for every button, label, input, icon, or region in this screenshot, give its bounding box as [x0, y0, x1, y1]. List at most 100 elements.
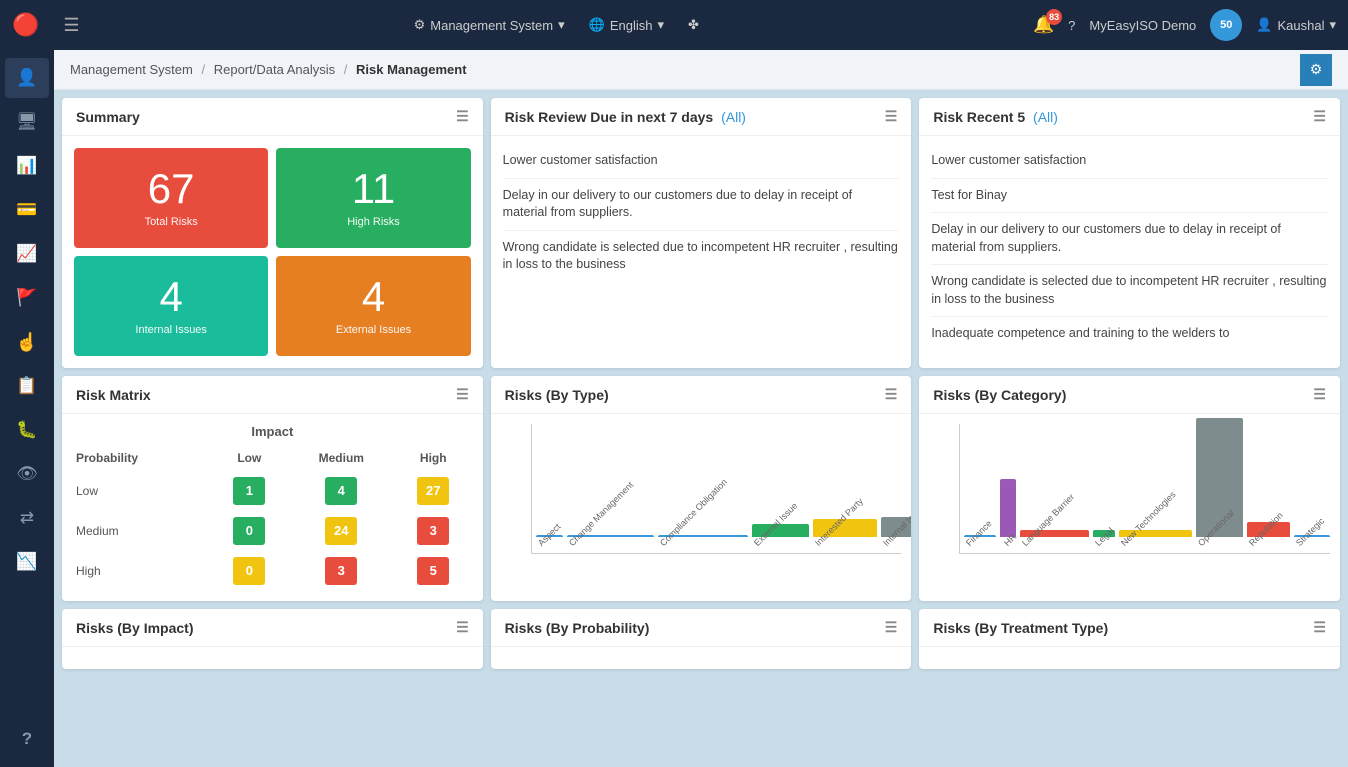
account-avatar[interactable]: 50 — [1210, 9, 1242, 41]
low-impact-header: Low — [210, 445, 289, 471]
bar-change-mgmt: Change Management — [567, 535, 654, 551]
risk-review-card: Risk Review Due in next 7 days (All) ☰ L… — [491, 98, 912, 368]
table-row: Medium 0 24 3 — [72, 511, 473, 551]
sidebar-item-pointer[interactable]: ☝ — [5, 322, 49, 362]
account-name[interactable]: MyEasyISO Demo — [1089, 18, 1196, 33]
list-item[interactable]: Wrong candidate is selected due to incom… — [503, 231, 900, 282]
reports-icon: 📈 — [16, 244, 37, 264]
matrix-cell-high-medium[interactable]: 3 — [289, 551, 394, 591]
language-menu[interactable]: 🌐 English ▾ — [589, 17, 664, 33]
sidebar-item-view[interactable]: 👁 — [5, 454, 49, 494]
matrix-cell-medium-high[interactable]: 3 — [394, 511, 473, 551]
risk-matrix-title: Risk Matrix — [76, 387, 151, 403]
sidebar-item-analytics[interactable]: 📊 — [5, 146, 49, 186]
sidebar-item-transfer[interactable]: ⇄ — [5, 498, 49, 538]
globe-icon: 🌐 — [589, 17, 605, 33]
list-item[interactable]: Test for Binay — [931, 179, 1328, 214]
sidebar-item-reports[interactable]: 📈 — [5, 234, 49, 274]
nav-center: ⚙ Management System ▾ 🌐 English ▾ ✤ — [96, 17, 1017, 33]
bar-interested: Interested Party — [813, 519, 877, 551]
list-item[interactable]: Delay in our delivery to our customers d… — [931, 213, 1328, 265]
settings-button[interactable]: ⚙ — [1300, 54, 1332, 86]
bar-lang-label: Language Barrier — [1020, 492, 1076, 548]
risks-by-probability-menu-icon[interactable]: ☰ — [885, 619, 898, 636]
table-row: Low 1 4 27 — [72, 471, 473, 511]
matrix-cell-high-high[interactable]: 5 — [394, 551, 473, 591]
bar-compliance-label: Compliance Obligation — [658, 477, 729, 548]
summary-title: Summary — [76, 109, 140, 125]
risks-by-impact-menu-icon[interactable]: ☰ — [456, 619, 469, 636]
risks-by-probability-header: Risks (By Probability) ☰ — [491, 609, 912, 647]
risk-matrix-card: Risk Matrix ☰ Impact Probability Low Med… — [62, 376, 483, 601]
sidebar-item-docs[interactable]: 📋 — [5, 366, 49, 406]
breadcrumb-sep1: / — [201, 62, 205, 77]
risks-by-treatment-card: Risks (By Treatment Type) ☰ — [919, 609, 1340, 669]
risks-by-impact-card: Risks (By Impact) ☰ — [62, 609, 483, 669]
risks-by-type-chart: 50 40 30 20 10 0 Aspect — [491, 414, 912, 564]
management-system-menu[interactable]: ⚙ Management System ▾ — [414, 17, 565, 33]
sidebar-item-trend[interactable]: 📉 — [5, 542, 49, 582]
hamburger-icon[interactable]: ☰ — [63, 15, 79, 36]
risks-by-probability-title: Risks (By Probability) — [505, 620, 650, 636]
sidebar-item-help[interactable]: ? — [5, 719, 49, 759]
sidebar-item-issues[interactable]: 🐛 — [5, 410, 49, 450]
risk-matrix-menu-icon[interactable]: ☰ — [456, 386, 469, 403]
matrix-cell-low-medium[interactable]: 4 — [289, 471, 394, 511]
list-item[interactable]: Delay in our delivery to our customers d… — [503, 179, 900, 231]
high-risks-tile[interactable]: 11 High Risks — [276, 148, 470, 248]
bug-icon: 🐛 — [16, 420, 37, 440]
sidebar-item-profile[interactable]: 👤 — [5, 58, 49, 98]
sidebar-item-cards[interactable]: 💳 — [5, 190, 49, 230]
help-button[interactable]: ? — [1068, 18, 1075, 33]
risk-review-badge: (All) — [721, 109, 746, 125]
list-item[interactable]: Wrong candidate is selected due to incom… — [931, 265, 1328, 317]
risks-by-category-menu-icon[interactable]: ☰ — [1313, 386, 1326, 403]
internal-issues-tile[interactable]: 4 Internal Issues — [74, 256, 268, 356]
flag-icon: 🚩 — [16, 288, 37, 308]
breadcrumb-report[interactable]: Report/Data Analysis — [214, 62, 335, 77]
risks-by-treatment-menu-icon[interactable]: ☰ — [1313, 619, 1326, 636]
external-issues-label: External Issues — [336, 324, 411, 336]
bar-external-issue: External Issue — [752, 524, 809, 551]
user-menu[interactable]: 👤 Kaushal ▾ — [1256, 17, 1336, 33]
breadcrumb-sep2: / — [344, 62, 348, 77]
bar-new-tech-label: New Technologies — [1119, 489, 1178, 548]
matrix-cell-low-high[interactable]: 27 — [394, 471, 473, 511]
matrix-cell-medium-medium[interactable]: 24 — [289, 511, 394, 551]
matrix-cell-high-low[interactable]: 0 — [210, 551, 289, 591]
list-item[interactable]: Lower customer satisfaction — [931, 144, 1328, 179]
summary-body: 67 Total Risks 11 High Risks 4 Internal … — [62, 136, 483, 368]
risk-matrix-header: Risk Matrix ☰ — [62, 376, 483, 414]
matrix-cell-medium-low[interactable]: 0 — [210, 511, 289, 551]
bar-finance-label: Finance — [964, 518, 994, 548]
sidebar-item-dashboard[interactable]: 🖥 — [5, 102, 49, 142]
risk-recent-title: Risk Recent 5 (All) — [933, 109, 1058, 125]
bottom-row: Risks (By Impact) ☰ Risks (By Probabilit… — [62, 609, 1340, 669]
total-risks-tile[interactable]: 67 Total Risks — [74, 148, 268, 248]
risks-by-type-menu-icon[interactable]: ☰ — [885, 386, 898, 403]
question-icon: ? — [22, 729, 32, 749]
risk-recent-menu-icon[interactable]: ☰ — [1313, 108, 1326, 125]
risks-by-impact-header: Risks (By Impact) ☰ — [62, 609, 483, 647]
risk-review-menu-icon[interactable]: ☰ — [885, 108, 898, 125]
dropdown-arrow-icon: ▾ — [558, 17, 565, 33]
app-logo: 🔴 — [12, 12, 39, 38]
matrix-cell-low-low[interactable]: 1 — [210, 471, 289, 511]
user-dropdown-icon: ▾ — [1329, 17, 1336, 33]
bar-operational: Operational — [1196, 418, 1243, 551]
breadcrumb-text: Management System / Report/Data Analysis… — [70, 62, 467, 77]
bar-new-tech: New Technologies — [1119, 530, 1192, 551]
list-item[interactable]: Lower customer satisfaction — [503, 144, 900, 179]
notifications-bell[interactable]: 🔔 83 — [1033, 15, 1054, 35]
sidebar-item-flags[interactable]: 🚩 — [5, 278, 49, 318]
category-chart-inner: 40 30 20 10 0 Finance HR — [929, 424, 1330, 554]
external-issues-tile[interactable]: 4 External Issues — [276, 256, 470, 356]
bar-finance: Finance — [964, 535, 996, 551]
summary-menu-icon[interactable]: ☰ — [456, 108, 469, 125]
bar-hr-fill — [1000, 479, 1016, 537]
risk-recent-header: Risk Recent 5 (All) ☰ — [919, 98, 1340, 136]
breadcrumb-management[interactable]: Management System — [70, 62, 193, 77]
connect-icon[interactable]: ✤ — [688, 17, 699, 33]
language-label: English — [610, 18, 653, 33]
list-item[interactable]: Inadequate competence and training to th… — [931, 317, 1328, 351]
